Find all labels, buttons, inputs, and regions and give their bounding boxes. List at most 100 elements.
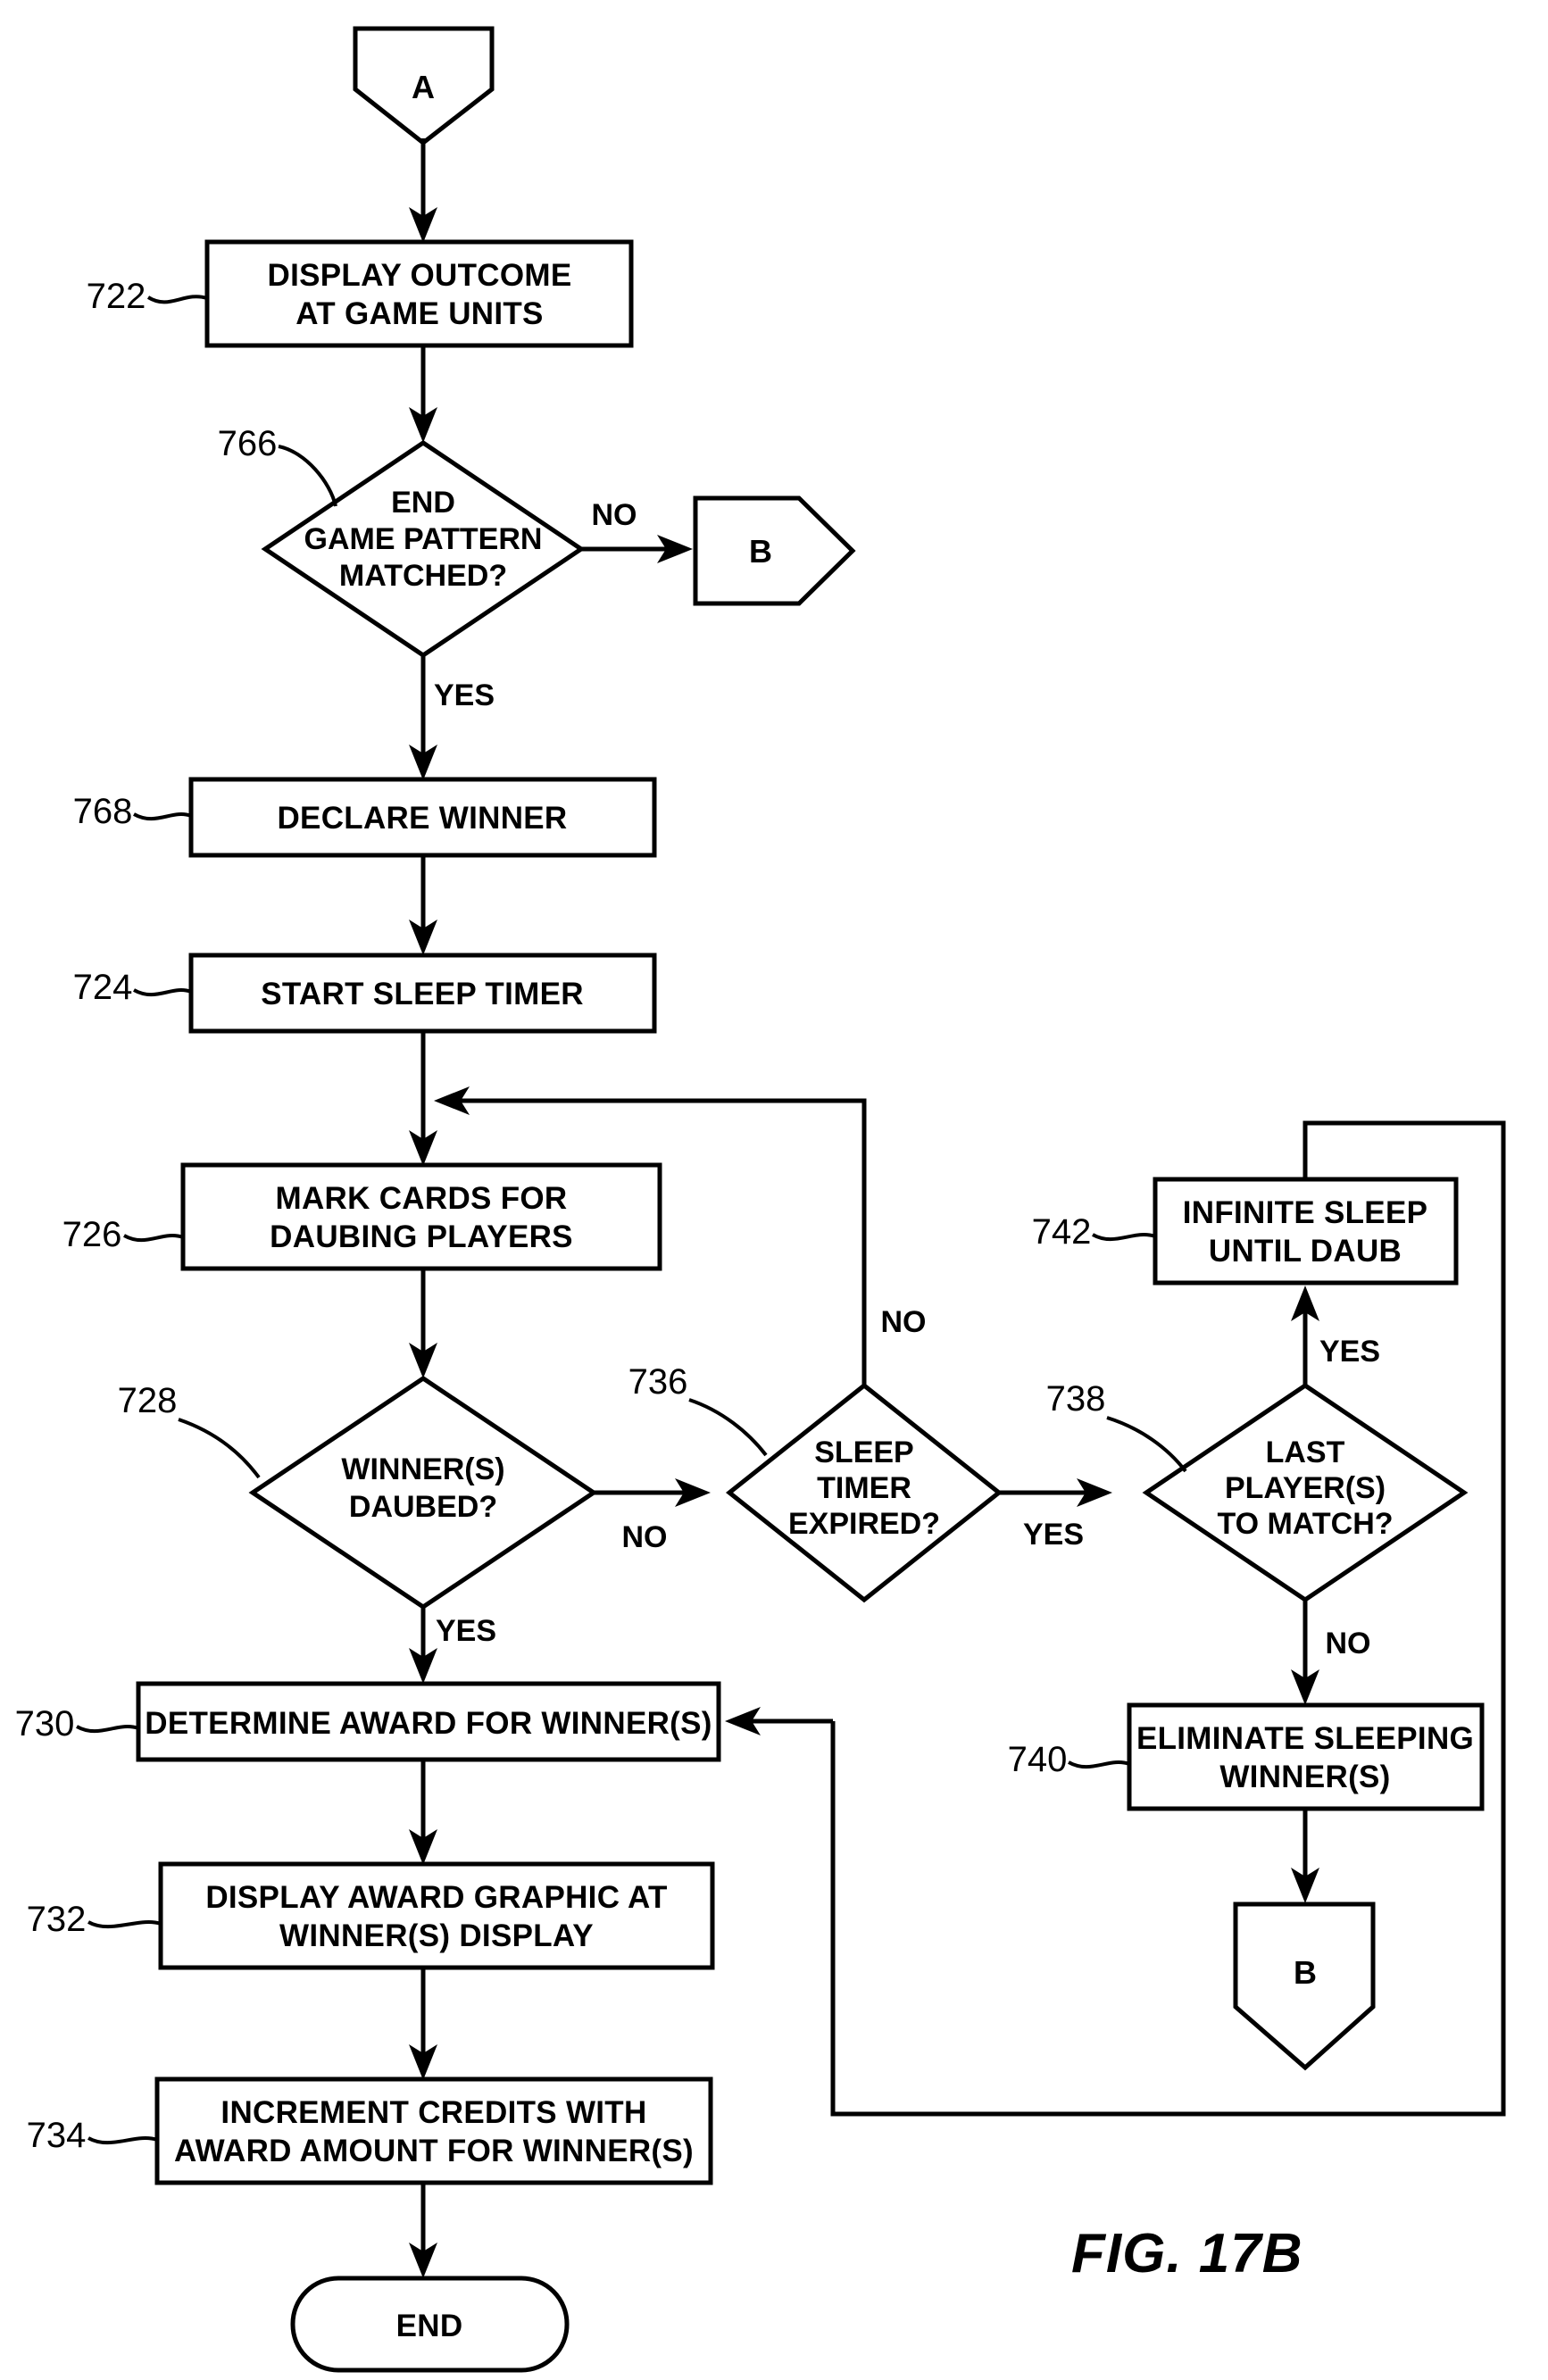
edge-768-to-724 [409,855,437,955]
node-738-line2: PLAYER(S) [1225,1471,1386,1505]
node-connector-b-top: B [693,495,856,606]
ref-738: 738 [1046,1379,1187,1473]
ref-742: 742 [1032,1212,1156,1252]
node-730-line1: DETERMINE AWARD FOR WINNER(S) [145,1706,712,1741]
node-732-line2: WINNER(S) DISPLAY [279,1918,594,1953]
node-730-determine-award: DETERMINE AWARD FOR WINNER(S) [136,1681,721,1762]
node-740-eliminate-sleeping-winners: ELIMINATE SLEEPING WINNER(S) [1127,1702,1485,1811]
ref-730-text: 730 [15,1704,75,1743]
edge-724-to-726 [409,1031,437,1166]
ref-732: 732 [27,1900,162,1939]
edge-726-to-728 [409,1269,437,1378]
flowchart-canvas: A DISPLAY OUTCOME AT GAME UNITS 722 END … [15,26,1506,2373]
edge-734-to-end [409,2183,437,2278]
node-736-line1: SLEEP [814,1435,913,1469]
edge-736-no-label: NO [881,1305,927,1339]
node-724-line1: START SLEEP TIMER [261,977,584,1011]
node-766-line2: GAME PATTERN [304,522,543,556]
node-734-increment-credits: INCREMENT CREDITS WITH AWARD AMOUNT FOR … [154,2076,713,2185]
patent-figure-17b: A DISPLAY OUTCOME AT GAME UNITS 722 END … [0,0,1548,2380]
ref-768-text: 768 [73,792,133,831]
node-728-line1: WINNER(S) [341,1452,504,1486]
edge-736-yes-label: YES [1023,1518,1084,1552]
edge-728-yes-label: YES [436,1614,496,1648]
node-724-start-sleep-timer: START SLEEP TIMER [188,953,657,1034]
node-732-line1: DISPLAY AWARD GRAPHIC AT [205,1880,667,1915]
edge-728-no-label: NO [622,1520,668,1554]
ref-768: 768 [73,792,192,831]
ref-728: 728 [118,1381,261,1479]
edge-766-yes-label: YES [434,678,495,712]
ref-738-text: 738 [1046,1379,1106,1419]
ref-730: 730 [15,1704,139,1743]
node-726-line2: DAUBING PLAYERS [270,1219,573,1254]
node-connector-a: A [353,26,495,146]
node-connector-b-bottom: B [1233,1902,1376,2071]
edge-740-to-b-bottom [1291,1809,1319,1903]
node-722-line2: AT GAME UNITS [295,296,543,331]
ref-726-text: 726 [62,1215,122,1254]
node-766-line1: END [391,486,455,520]
ref-766-text: 766 [218,424,278,463]
node-742-infinite-sleep: INFINITE SLEEP UNTIL DAUB [1153,1177,1459,1286]
edge-766-no-label: NO [592,498,637,532]
edge-a-to-722 [409,138,437,243]
node-766-end-game-pattern-matched: END GAME PATTERN MATCHED? [261,439,586,659]
edge-738-no-label: NO [1326,1627,1371,1660]
ref-728-text: 728 [118,1381,178,1420]
ref-736-text: 736 [628,1362,688,1402]
ref-734-text: 734 [27,2116,87,2155]
node-742-line2: UNTIL DAUB [1209,1234,1402,1269]
node-734-line1: INCREMENT CREDITS WITH [221,2095,646,2130]
edge-738-no-to-740: NO [1291,1600,1371,1705]
node-766-line3: MATCHED? [339,559,507,593]
node-740-line2: WINNER(S) [1219,1760,1390,1794]
node-736-line3: EXPIRED? [788,1507,940,1541]
ref-766: 766 [218,424,337,507]
node-736-sleep-timer-expired: SLEEP TIMER EXPIRED? [725,1382,1003,1603]
edge-766-no-to-b: NO [581,498,693,563]
node-728-winners-daubed: WINNER(S) DAUBED? [248,1375,598,1610]
edge-728-no-to-736: NO [594,1478,711,1554]
figure-caption: FIG. 17B [1071,2223,1303,2284]
node-732-display-award-graphic: DISPLAY AWARD GRAPHIC AT WINNER(S) DISPL… [158,1861,715,1970]
edge-730-to-732 [409,1760,437,1865]
ref-724: 724 [73,968,192,1007]
ref-722: 722 [87,277,208,316]
node-726-line1: MARK CARDS FOR [276,1181,568,1216]
edge-738-yes-label: YES [1319,1335,1380,1369]
node-768-declare-winner: DECLARE WINNER [188,777,657,858]
ref-726: 726 [62,1215,184,1254]
ref-734: 734 [27,2116,158,2155]
node-722-line1: DISPLAY OUTCOME [268,258,572,293]
node-722-display-outcome: DISPLAY OUTCOME AT GAME UNITS [204,239,634,348]
connector-b-top-shape [693,495,856,606]
edge-736-yes-to-738: YES [999,1478,1112,1552]
node-736-line2: TIMER [817,1471,911,1505]
ref-724-text: 724 [73,968,133,1007]
node-end-label: END [396,2309,463,2343]
edge-766-yes-to-768: YES [409,655,495,780]
ref-742-text: 742 [1032,1212,1092,1252]
connector-b-top-label: B [749,533,772,570]
edge-722-to-766 [409,345,437,443]
edge-738-yes-to-742: YES [1291,1286,1380,1386]
edge-728-yes-to-730: YES [409,1607,496,1684]
node-738-line3: TO MATCH? [1217,1507,1393,1541]
connector-b-bottom-label: B [1294,1954,1317,1991]
ref-732-text: 732 [27,1900,87,1939]
node-end-terminator: END [290,2276,570,2373]
node-734-line2: AWARD AMOUNT FOR WINNER(S) [174,2134,694,2168]
node-768-line1: DECLARE WINNER [277,801,567,836]
ref-740-text: 740 [1008,1740,1068,1779]
edge-732-to-734 [409,1968,437,2080]
node-728-line2: DAUBED? [349,1490,497,1524]
ref-740: 740 [1008,1740,1130,1779]
connector-a-label: A [412,69,435,105]
node-742-line1: INFINITE SLEEP [1183,1195,1428,1230]
ref-722-text: 722 [87,277,146,316]
node-738-line1: LAST [1266,1435,1345,1469]
ref-736: 736 [628,1362,768,1457]
node-738-last-players-to-match: LAST PLAYER(S) TO MATCH? [1142,1382,1469,1603]
node-726-mark-cards: MARK CARDS FOR DAUBING PLAYERS [180,1162,662,1271]
